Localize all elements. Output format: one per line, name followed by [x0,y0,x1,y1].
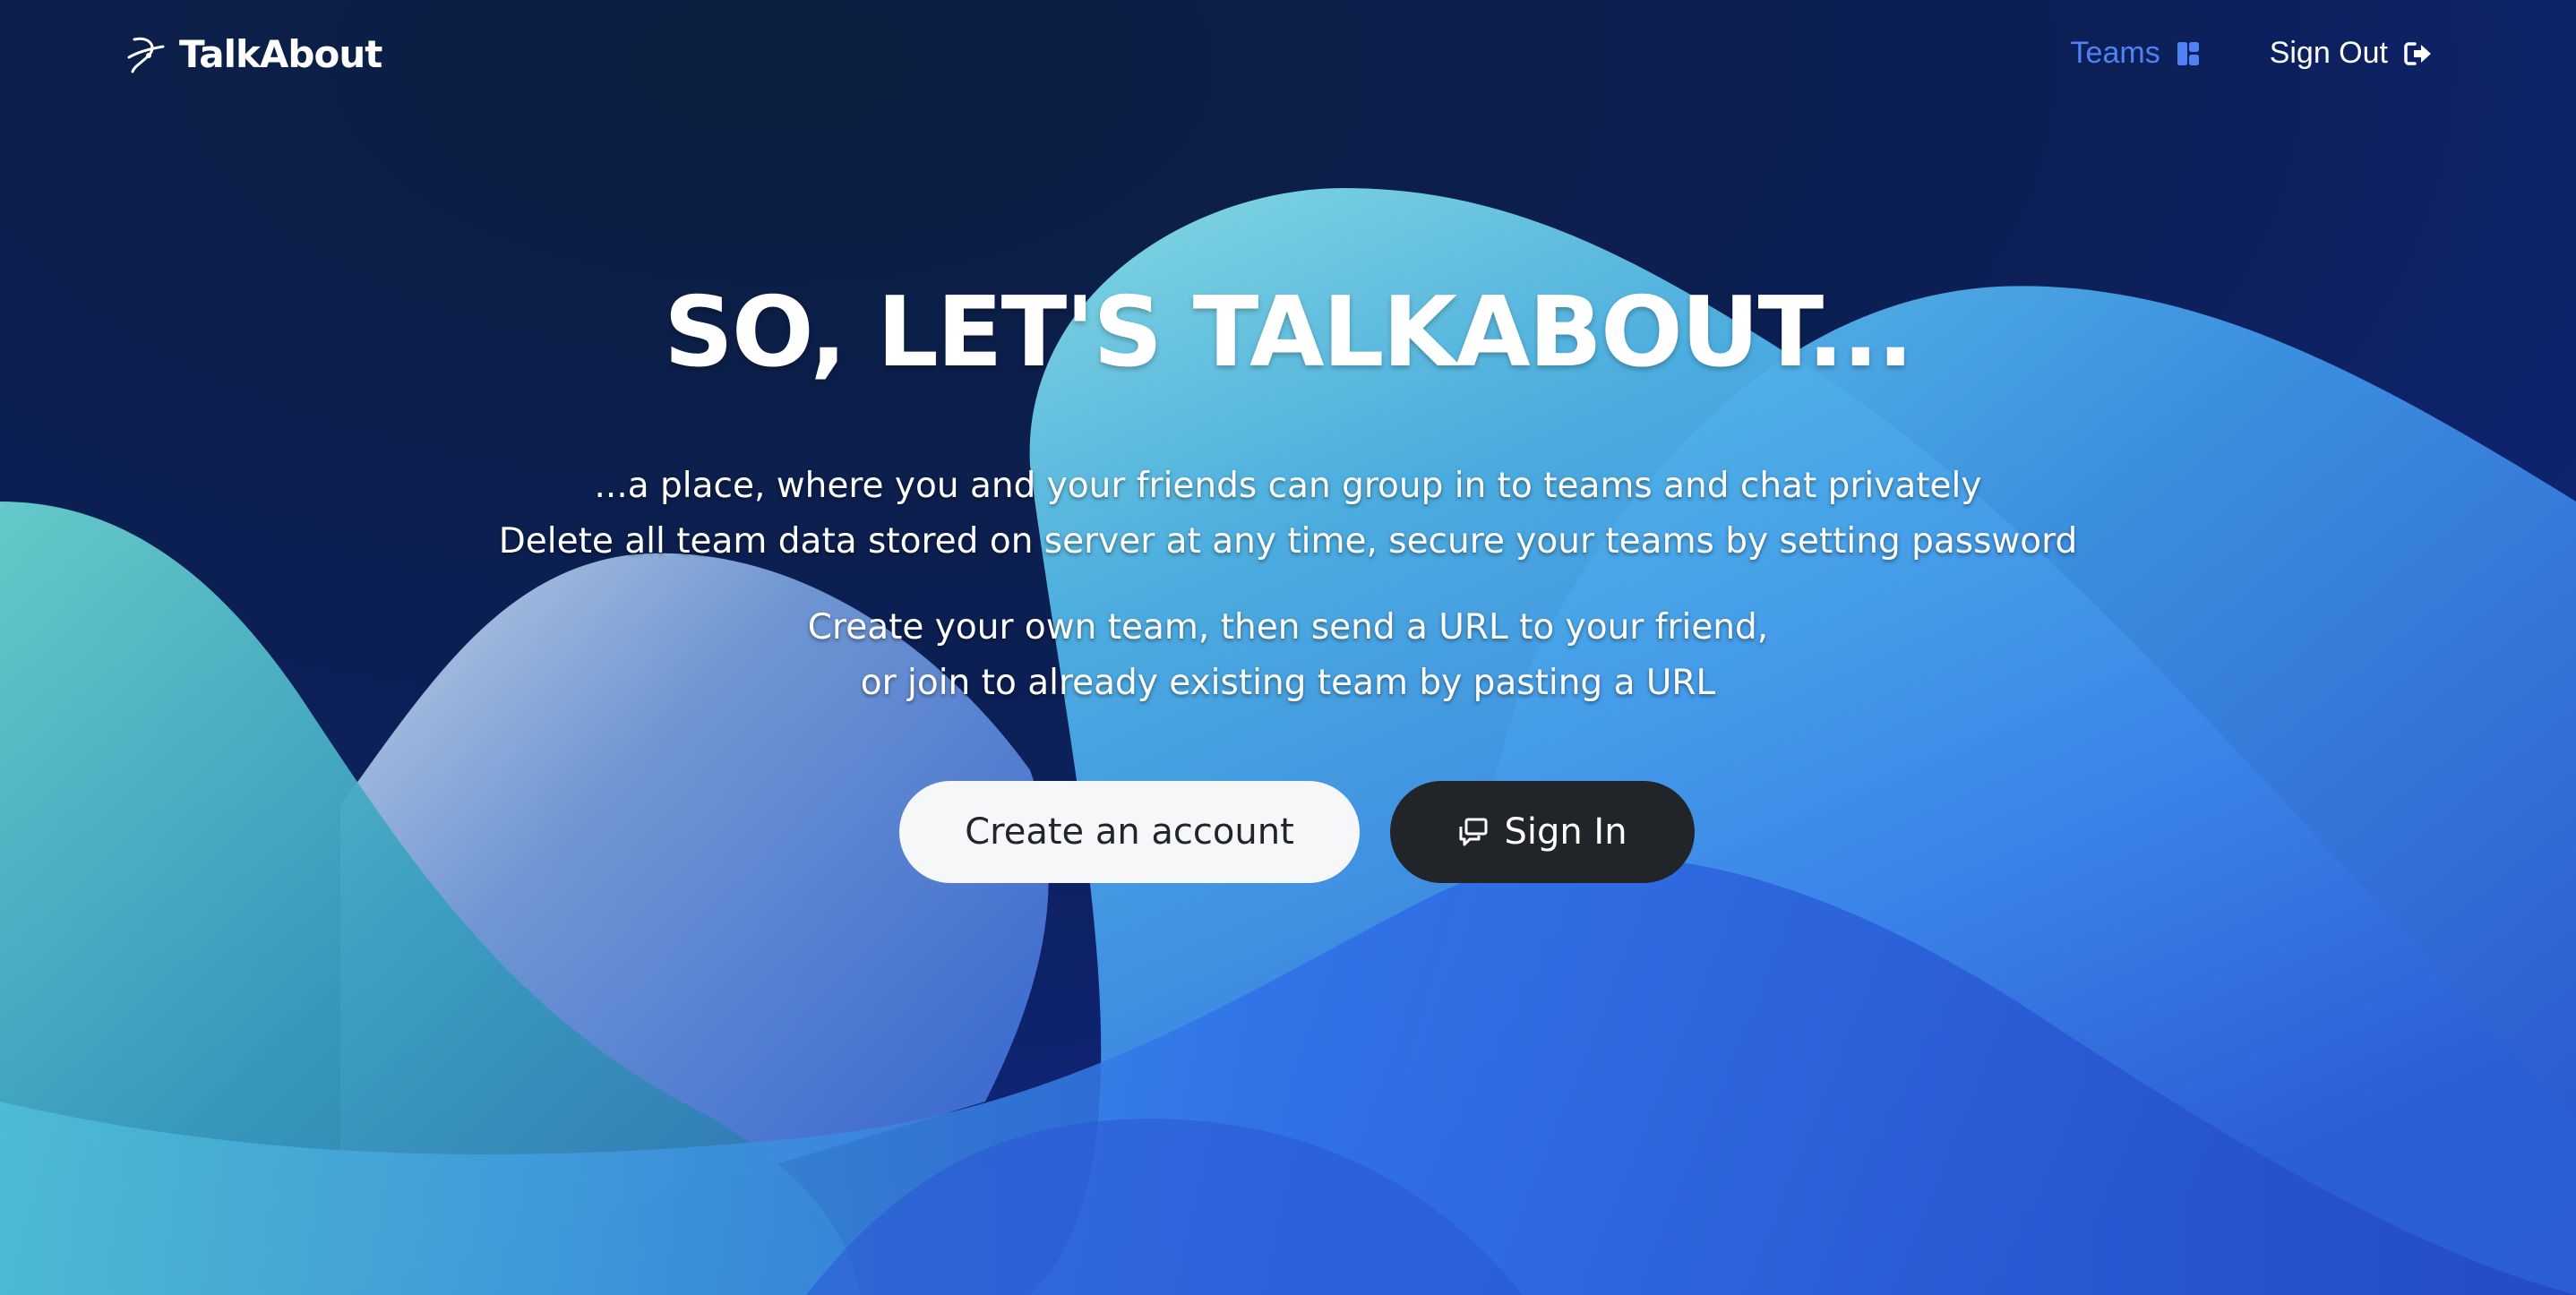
sign-in-label: Sign In [1504,811,1627,853]
tagline-line-2: Delete all team data stored on server at… [498,521,2078,562]
nav-signout-label: Sign Out [2269,36,2388,70]
tagline-line-4: or join to already existing team by past… [860,663,1716,703]
door-exit-icon [2404,41,2433,66]
nav-teams-link[interactable]: Teams [2071,36,2200,71]
brand-link[interactable]: TalkAbout [125,32,382,76]
cta-buttons: Create an account Sign In [0,781,2576,883]
chat-squares-icon [1457,817,1490,847]
create-account-button[interactable]: Create an account [899,781,1360,883]
orbit-logo-icon [125,34,167,75]
nav-teams-label: Teams [2070,36,2160,70]
tagline-line-3: Create your own team, then send a URL to… [807,607,1769,648]
tagline-line-1: ...a place, where you and your friends c… [594,466,1982,506]
brand-name: TalkAbout [179,32,382,76]
layout-grid-icon [2177,41,2200,66]
nav-links: Teams Sign Out [2071,36,2433,71]
nav-signout-link[interactable]: Sign Out [2270,36,2433,71]
sign-in-button[interactable]: Sign In [1390,781,1695,883]
top-navbar: TalkAbout Teams Sign Out [0,0,2576,116]
hero-title: SO, LET'S TALKABOUT... [664,277,1914,389]
landing-page: TalkAbout Teams Sign Out SO, LET'S TALKA… [0,0,2576,1295]
create-account-label: Create an account [965,811,1294,853]
